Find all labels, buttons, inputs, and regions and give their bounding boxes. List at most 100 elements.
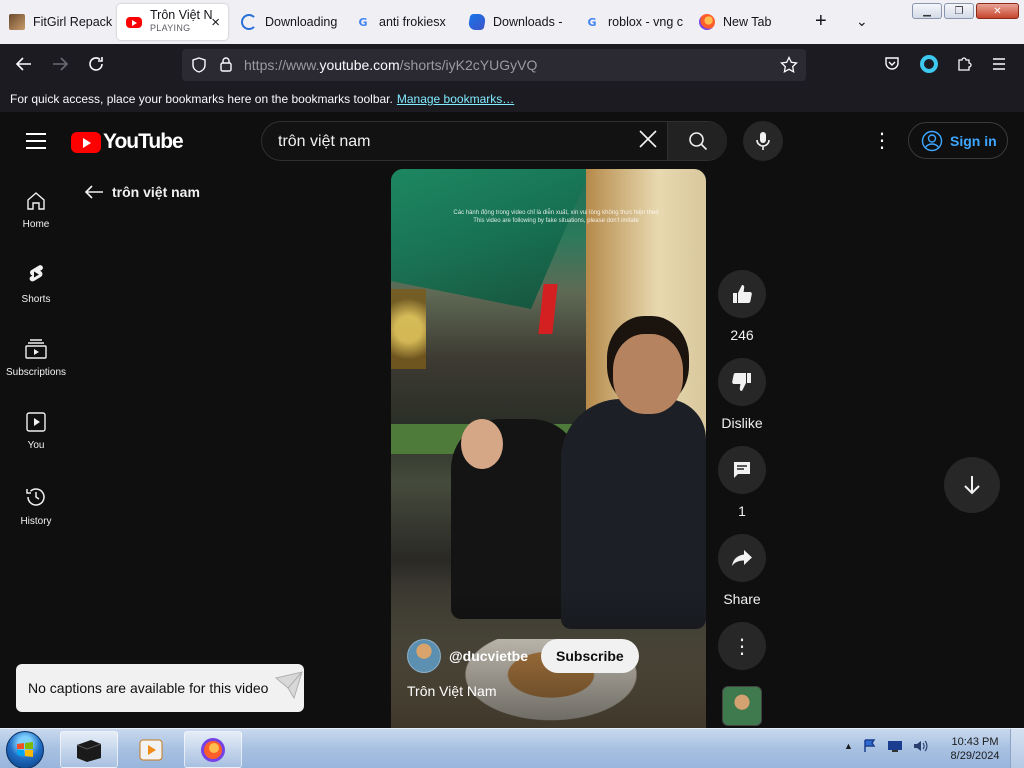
list-tabs-chevron-icon[interactable]: ⌄ xyxy=(856,13,868,30)
guide-item-shorts[interactable]: Shorts xyxy=(0,264,72,305)
sign-in-button[interactable]: Sign in xyxy=(908,122,1008,159)
edge-favicon xyxy=(467,14,487,30)
url-prefix: https://www. xyxy=(244,57,320,73)
dislike-label: Dislike xyxy=(721,415,763,431)
channel-handle[interactable]: @ducvietbe xyxy=(449,648,528,664)
guide-label: Subscriptions xyxy=(5,367,67,378)
bookmark-star-icon[interactable] xyxy=(780,55,798,79)
search-button[interactable] xyxy=(667,122,727,160)
tab-title: Trôn Việt N xyxy=(150,9,212,22)
pocket-icon[interactable] xyxy=(884,55,900,75)
subscriptions-icon xyxy=(25,339,47,359)
youtube-logo[interactable]: YouTube xyxy=(71,130,184,154)
guide-item-home[interactable]: Home xyxy=(0,191,72,230)
disclaimer-line-en: This video are following by fake situati… xyxy=(473,218,639,224)
url-text[interactable]: https://www.youtube.com/shorts/iyK2cYUGy… xyxy=(244,57,537,73)
guide-item-you[interactable]: You xyxy=(0,412,72,451)
taskbar-app-black-box[interactable] xyxy=(60,731,118,768)
search-input[interactable]: trôn việt nam xyxy=(278,133,370,151)
tracking-shield-icon[interactable] xyxy=(191,57,207,78)
tab-roblox[interactable]: G roblox - vng c xyxy=(575,4,687,40)
comment-count: 1 xyxy=(738,503,746,519)
guide-item-history[interactable]: History xyxy=(0,486,72,527)
voice-search-button[interactable] xyxy=(743,121,783,161)
navigation-toolbar: https://www.youtube.com/shorts/iyK2cYUGy… xyxy=(0,44,1024,86)
guide-label: You xyxy=(27,440,45,451)
start-button[interactable] xyxy=(6,731,44,768)
tab-downloading[interactable]: Downloading xyxy=(232,4,344,40)
window-controls: ▁ ❐ ✕ xyxy=(912,3,1019,19)
history-clock-icon xyxy=(26,488,45,506)
media-player-icon xyxy=(139,739,163,760)
volume-speaker-icon xyxy=(913,740,928,752)
show-hidden-icons-chevron-icon[interactable]: ▲ xyxy=(844,741,853,751)
action-center-flag-icon xyxy=(864,739,876,752)
dislike-button[interactable] xyxy=(718,358,766,406)
next-video-button[interactable] xyxy=(944,457,1000,513)
shorts-icon xyxy=(29,265,43,282)
captions-toast: No captions are available for this video xyxy=(16,664,304,712)
taskbar-media-player[interactable] xyxy=(122,731,180,768)
reload-icon[interactable] xyxy=(87,55,105,77)
settings-kebab-icon[interactable]: ⋮ xyxy=(872,129,892,153)
tab-anti-frokies[interactable]: G anti frokiesx xyxy=(346,4,456,40)
cube-app-icon xyxy=(76,739,102,762)
channel-row: @ducvietbe Subscribe xyxy=(407,639,639,673)
taskbar-clock[interactable]: 10:43 PM 8/29/2024 xyxy=(948,735,1002,763)
loading-favicon xyxy=(241,14,257,30)
tab-downloads[interactable]: Downloads - xyxy=(460,4,572,40)
tab-title: Downloading xyxy=(265,15,338,29)
guide-menu-icon[interactable] xyxy=(26,133,46,154)
more-vertical-icon: ⋮ xyxy=(732,635,752,658)
tab-title: FitGirl Repack xyxy=(33,15,112,29)
back-arrow-icon xyxy=(84,185,103,199)
close-tab-icon[interactable]: × xyxy=(211,14,220,31)
guide-label: Home xyxy=(22,219,50,230)
firefox-favicon xyxy=(699,14,715,30)
browser-tab-strip: FitGirl Repack Trôn Việt N PLAYING × Dow… xyxy=(0,0,1024,44)
shorts-video-player[interactable]: Các hành động trong video chỉ là diễn xu… xyxy=(391,169,706,728)
subscribe-button[interactable]: Subscribe xyxy=(541,639,639,673)
dislike-action: Dislike xyxy=(718,358,766,431)
extensions-puzzle-icon[interactable] xyxy=(956,55,973,76)
new-tab-plus-icon[interactable]: + xyxy=(815,10,827,33)
restore-button[interactable]: ❐ xyxy=(944,3,974,19)
network-monitor-icon xyxy=(887,740,902,752)
share-button[interactable] xyxy=(718,534,766,582)
clear-search-icon[interactable] xyxy=(638,129,658,155)
back-to-search-row[interactable]: trôn việt nam xyxy=(84,184,200,200)
video-title[interactable]: Trôn Việt Nam xyxy=(407,683,496,699)
bookmarks-toolbar: For quick access, place your bookmarks h… xyxy=(0,86,1024,112)
close-window-button[interactable]: ✕ xyxy=(976,3,1019,19)
firefox-icon xyxy=(201,737,225,762)
tab-youtube-playing[interactable]: Trôn Việt N PLAYING × xyxy=(117,4,228,40)
tab-title: roblox - vng c xyxy=(608,15,684,29)
channel-avatar[interactable] xyxy=(407,639,441,673)
account-avatar-icon[interactable] xyxy=(919,54,939,78)
manage-bookmarks-link[interactable]: Manage bookmarks… xyxy=(397,92,514,106)
taskbar-firefox[interactable] xyxy=(184,731,242,768)
share-arrow-icon xyxy=(732,550,752,566)
url-bar[interactable]: https://www.youtube.com/shorts/iyK2cYUGy… xyxy=(182,49,806,81)
sign-in-label: Sign in xyxy=(950,132,997,149)
next-short-thumbnail[interactable] xyxy=(722,686,762,726)
like-button[interactable] xyxy=(718,270,766,318)
more-options-button[interactable]: ⋮ xyxy=(718,622,766,670)
minimize-button[interactable]: ▁ xyxy=(912,3,942,19)
menu-hamburger-icon[interactable] xyxy=(992,55,1006,75)
toast-message: No captions are available for this video xyxy=(28,680,269,696)
show-desktop-button[interactable] xyxy=(1010,729,1024,768)
tab-fitgirl[interactable]: FitGirl Repack xyxy=(0,4,112,40)
tab-new-tab[interactable]: New Tab xyxy=(690,4,800,40)
guide-item-subscriptions[interactable]: Subscriptions xyxy=(0,339,72,378)
windows-logo-icon xyxy=(17,742,33,757)
fitgirl-favicon xyxy=(9,14,25,30)
forward-arrow-icon[interactable] xyxy=(51,55,69,77)
lock-icon[interactable] xyxy=(219,56,233,77)
video-disclaimer-overlay: Các hành động trong video chỉ là diễn xu… xyxy=(431,209,681,225)
guide-label: History xyxy=(20,516,52,527)
back-arrow-icon[interactable] xyxy=(15,55,33,77)
comments-button[interactable] xyxy=(718,446,766,494)
youtube-favicon xyxy=(126,16,142,28)
youtube-play-logo-icon xyxy=(71,131,101,153)
